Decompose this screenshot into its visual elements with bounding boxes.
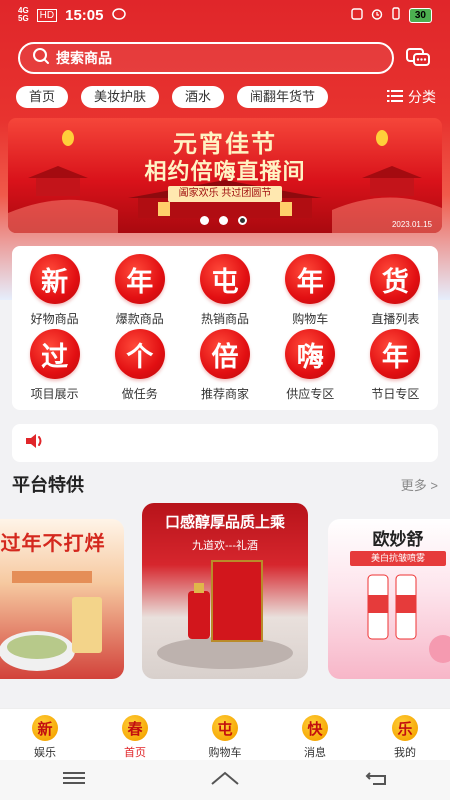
grid-item-cart[interactable]: 年 购物车: [268, 254, 353, 329]
system-nav-bar: [0, 760, 450, 800]
grid-item-merchants[interactable]: 倍 推荐商家: [182, 329, 267, 404]
vibrate-icon: [391, 7, 401, 23]
nfc-icon: [351, 7, 363, 23]
chun-tab-icon: 春: [122, 715, 148, 741]
battery-icon: 30: [408, 7, 432, 23]
back-icon[interactable]: [365, 770, 387, 791]
tab-profile[interactable]: 乐 我的: [360, 709, 450, 760]
grid-item-live-list[interactable]: 货 直播列表: [353, 254, 438, 329]
search-placeholder: 搜索商品: [56, 50, 112, 66]
grid-item-holiday-zone[interactable]: 年 节日专区: [353, 329, 438, 404]
grid-label: 项目展示: [30, 387, 79, 401]
tab-beauty[interactable]: 美妆护肤: [81, 86, 160, 108]
carousel-dot-active[interactable]: [238, 216, 247, 225]
tab-home-nav[interactable]: 春 首页: [90, 709, 180, 760]
xin-tab-icon: 新: [32, 715, 58, 741]
chat-app-icon: [111, 7, 126, 23]
bei-glyph-icon: 倍: [199, 329, 250, 379]
bottom-tab-bar: 新 娱乐 春 首页 屯 购物车 快 消息 乐 我的: [0, 708, 450, 760]
alarm-icon: [371, 8, 383, 23]
carousel-indicator: [200, 216, 247, 225]
product-image: [157, 560, 293, 669]
search-input[interactable]: 搜索商品: [18, 42, 394, 74]
grid-label: 购物车: [292, 312, 329, 326]
carousel-dot[interactable]: [200, 216, 209, 225]
tab-messages[interactable]: 快 消息: [270, 709, 360, 760]
grid-item-hot-items[interactable]: 年 爆款商品: [97, 254, 182, 329]
grid-label: 热销商品: [200, 312, 249, 326]
banner-date: 2023.01.15: [391, 220, 432, 229]
banner-subtitle: 相约倍嗨直播间: [144, 159, 306, 184]
tab-label: 首页: [124, 747, 146, 759]
guo-glyph-icon: 过: [29, 329, 80, 379]
kuai-tab-icon: 快: [302, 715, 328, 741]
grid-label: 好物商品: [30, 312, 79, 326]
ge-glyph-icon: 个: [114, 329, 165, 379]
all-categories-button[interactable]: 分类: [387, 87, 436, 107]
section-title: 平台特供: [12, 475, 84, 495]
tab-label: 我的: [394, 747, 416, 759]
nian-glyph-icon: 年: [370, 329, 421, 379]
grid-item-good-products[interactable]: 新 好物商品: [12, 254, 97, 329]
more-link[interactable]: 更多 >: [401, 475, 438, 494]
announcement-bar[interactable]: [12, 424, 438, 462]
product-image: [367, 574, 450, 663]
grid-item-projects[interactable]: 过 项目展示: [12, 329, 97, 404]
tab-home[interactable]: 首页: [16, 86, 69, 108]
feature-grid: 新 好物商品 年 爆款商品 屯 热销商品 年 购物车 货 直播列表 过 项目展示…: [12, 246, 438, 410]
grid-item-supply-zone[interactable]: 嗨 供应专区: [268, 329, 353, 404]
hai-glyph-icon: 嗨: [285, 329, 336, 379]
product-card[interactable]: 欧妙舒 美白抗皱喷雾: [328, 519, 450, 679]
grid-label: 直播列表: [371, 312, 420, 326]
grid-label: 供应专区: [286, 387, 335, 401]
grid-label: 节日专区: [371, 387, 420, 401]
banner-tagline: 阖家欢乐 共过团圆节: [168, 186, 282, 202]
grid-item-tasks[interactable]: 个 做任务: [97, 329, 182, 404]
signal-indicator: 4G 5G: [18, 7, 29, 23]
tab-label: 购物车: [208, 747, 242, 759]
product-card[interactable]: 口感醇厚品质上乘 九道欢---礼酒: [142, 503, 308, 679]
tab-entertainment[interactable]: 新 娱乐: [0, 709, 90, 760]
nian-glyph-icon: 年: [285, 254, 336, 304]
all-categories-label: 分类: [408, 89, 436, 105]
search-row: 搜索商品: [18, 42, 432, 74]
product-card[interactable]: 过年不打烊: [0, 519, 124, 679]
tab-label: 消息: [304, 747, 326, 759]
product-image: [0, 571, 102, 671]
message-icon[interactable]: [404, 44, 432, 72]
hd-badge: HD: [36, 8, 58, 22]
tun-tab-icon: 屯: [212, 715, 238, 741]
tab-liquor[interactable]: 酒水: [172, 86, 225, 108]
signal-2-label: 5G: [18, 14, 29, 23]
grid-label: 爆款商品: [115, 312, 164, 326]
speaker-icon: [24, 432, 46, 455]
list-icon: [387, 89, 403, 106]
search-icon: [32, 47, 50, 70]
menu-icon[interactable]: [62, 771, 85, 790]
tun-glyph-icon: 屯: [199, 254, 250, 304]
huo-glyph-icon: 货: [370, 254, 421, 304]
grid-label: 做任务: [121, 387, 158, 401]
le-tab-icon: 乐: [392, 715, 418, 741]
product-carousel: 过年不打烊 口感醇厚品质上乘 九道欢---礼酒 欧妙舒 美白抗皱喷雾: [0, 503, 450, 679]
home-icon[interactable]: [210, 770, 240, 791]
grid-label: 推荐商家: [200, 387, 249, 401]
grid-item-best-sellers[interactable]: 屯 热销商品: [182, 254, 267, 329]
tab-new-year-festival[interactable]: 闹翻年货节: [237, 86, 329, 108]
status-bar: 4G 5G HD 15:05 30: [0, 0, 450, 30]
category-tabs: 首页 美妆护肤 酒水 闹翻年货节 分类: [16, 85, 436, 109]
tab-label: 娱乐: [34, 747, 56, 759]
carousel-dot[interactable]: [219, 216, 228, 225]
tab-cart[interactable]: 屯 购物车: [180, 709, 270, 760]
xin-glyph-icon: 新: [29, 254, 80, 304]
nian-glyph-icon: 年: [114, 254, 165, 304]
section-header: 平台特供 更多 >: [12, 472, 438, 496]
clock: 15:05: [65, 6, 104, 24]
